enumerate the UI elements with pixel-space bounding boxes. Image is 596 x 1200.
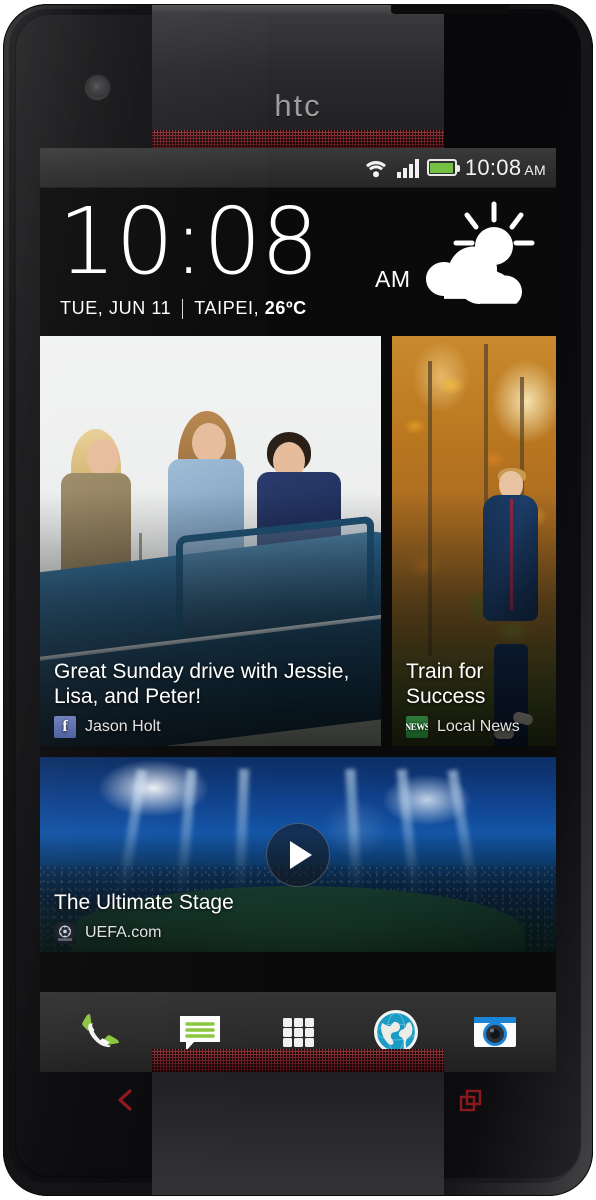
news-badge-icon: NEWS (406, 716, 428, 738)
top-notch (391, 5, 509, 14)
tile-uefa-video[interactable]: The Ultimate Stage UEFA.com (40, 757, 556, 952)
earpiece-speaker-module (152, 5, 509, 153)
wifi-icon (365, 160, 386, 177)
speaker-mesh-bottom-icon (152, 1049, 444, 1072)
clock-weather-widget[interactable]: 10:08 AM TUE, JUN 11 TAIPEI, 26ºC (40, 188, 556, 333)
sun-behind-clouds-icon (426, 201, 535, 304)
phone-screen: 10:08 AM 10:08 AM TUE, JUN 11 TAIPEI, 26º… (40, 148, 556, 1072)
dock-item-camera[interactable] (468, 1005, 522, 1059)
camera-icon (473, 1017, 516, 1047)
uefa-champions-league-icon (54, 922, 76, 944)
widget-city: TAIPEI (194, 298, 254, 318)
tile-text-block: Train for Success NEWS Local News (392, 659, 556, 746)
phone-icon (82, 1014, 120, 1048)
htc-logo: htc (274, 88, 322, 123)
date-separator (182, 298, 184, 319)
widget-clock-ampm: AM (375, 266, 411, 292)
htc-butterfly-phone: htc 10:08 AM 10:08 AM TUE, JUN 11 TAIPEI,… (0, 0, 596, 1200)
tile-source: NEWS Local News (406, 716, 556, 738)
back-chevron-icon (118, 1089, 132, 1111)
tile-title: Great Sunday drive with Jessie, Lisa, an… (54, 660, 350, 708)
tile-local-news[interactable]: Train for Success NEWS Local News (392, 336, 556, 746)
signal-bars-icon (396, 158, 419, 178)
tile-text-block: Great Sunday drive with Jessie, Lisa, an… (40, 659, 381, 746)
facebook-icon: f (54, 716, 76, 738)
status-bar: 10:08 AM (40, 148, 556, 188)
dock-item-phone[interactable] (74, 1005, 128, 1059)
tile-source: f Jason Holt (54, 716, 381, 738)
tile-text-block: The Ultimate Stage UEFA.com (40, 890, 556, 952)
recent-apps-button[interactable] (447, 1083, 493, 1117)
widget-clock-time: 10:08 (58, 188, 319, 295)
bottom-speaker-module (152, 1049, 444, 1195)
widget-date-location: TUE, JUN 11 TAIPEI, 26ºC (60, 298, 307, 319)
tile-title: Train for Success (406, 660, 486, 708)
recent-apps-icon (459, 1089, 482, 1112)
status-bar-clock: 10:08 AM (464, 154, 546, 180)
tile-source-label: Local News (437, 718, 520, 735)
widget-date: TUE, JUN 11 (60, 298, 172, 318)
play-button-icon[interactable] (266, 822, 330, 887)
widget-temperature: 26ºC (264, 298, 307, 318)
tile-facebook-post[interactable]: Great Sunday drive with Jessie, Lisa, an… (40, 336, 381, 746)
tile-source-label: UEFA.com (85, 924, 162, 941)
back-button[interactable] (103, 1083, 149, 1117)
tile-source-label: Jason Holt (85, 718, 161, 735)
tile-title: The Ultimate Stage (54, 891, 234, 914)
tile-source: UEFA.com (54, 922, 556, 944)
battery-icon (426, 159, 460, 176)
